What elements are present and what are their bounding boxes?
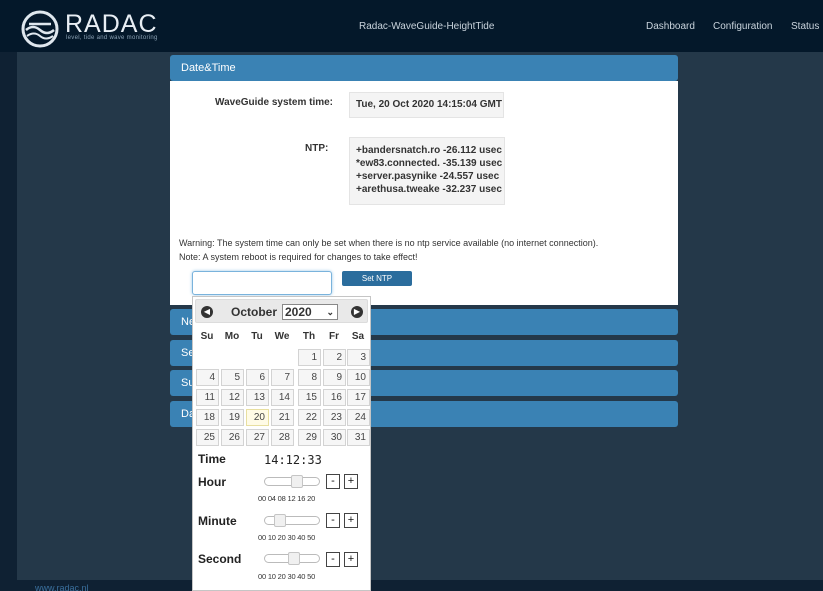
calendar-day[interactable]: 11 (196, 389, 219, 406)
calendar-day[interactable]: 25 (196, 429, 219, 446)
next-month-icon[interactable]: ▶ (351, 306, 363, 318)
calendar-day[interactable]: 30 (323, 429, 346, 446)
radac-logo-icon (21, 10, 59, 48)
calendar-day[interactable]: 3 (347, 349, 370, 366)
minute-increment-button[interactable]: + (344, 513, 358, 528)
time-value: 14:12:33 (264, 453, 322, 467)
calendar-day[interactable]: 8 (298, 369, 321, 386)
datetime-picker: ◀ October 2020 ⌄ ▶ Su Mo Tu We Th Fr Sa 123456… (192, 296, 371, 591)
picker-header: ◀ October 2020 ⌄ ▶ (195, 299, 368, 323)
weekday-label: Tu (251, 331, 263, 342)
calendar-day[interactable]: 13 (246, 389, 269, 406)
weekday-label: Sa (351, 331, 365, 342)
calendar-day[interactable]: 16 (323, 389, 346, 406)
calendar-day[interactable]: 10 (347, 369, 370, 386)
minute-label: Minute (198, 514, 237, 528)
ntp-server-line: *ew83.connected. -35.139 usec (356, 158, 503, 169)
hour-increment-button[interactable]: + (344, 474, 358, 489)
datetime-input[interactable] (192, 271, 332, 295)
app-title: Radac-WaveGuide-HeightTide (359, 21, 495, 32)
hour-ticks: 00 04 08 12 16 20 (258, 494, 316, 503)
system-time-value: Tue, 20 Oct 2020 14:15:04 GMT (349, 92, 504, 118)
calendar-day[interactable]: 1 (298, 349, 321, 366)
ntp-server-line: +bandersnatch.ro -26.112 usec (356, 145, 502, 156)
weekday-label: Fr (329, 331, 339, 342)
datetime-panel-header[interactable]: Date&Time (170, 55, 678, 81)
second-decrement-button[interactable]: - (326, 552, 340, 567)
ntp-server-line: +server.pasynike -24.557 usec (356, 171, 500, 182)
ntp-servers-box: +bandersnatch.ro -26.112 usec *ew83.conn… (349, 137, 505, 205)
nav-status[interactable]: Status (791, 21, 819, 32)
second-increment-button[interactable]: + (344, 552, 358, 567)
calendar-day[interactable]: 19 (221, 409, 244, 426)
second-slider-handle[interactable] (288, 552, 300, 565)
calendar-day[interactable]: 9 (323, 369, 346, 386)
calendar-day-today[interactable]: 20 (246, 409, 269, 426)
calendar-day[interactable]: 24 (347, 409, 370, 426)
calendar-day[interactable]: 29 (298, 429, 321, 446)
calendar-day[interactable]: 4 (196, 369, 219, 386)
hour-decrement-button[interactable]: - (326, 474, 340, 489)
minute-decrement-button[interactable]: - (326, 513, 340, 528)
weekday-label: Mo (224, 331, 240, 342)
calendar-day[interactable]: 27 (246, 429, 269, 446)
month-label: October (231, 305, 278, 319)
hour-label: Hour (198, 475, 226, 489)
ntp-label: NTP: (305, 143, 329, 154)
year-select[interactable]: 2020 ⌄ (282, 304, 338, 320)
calendar-day[interactable]: 12 (221, 389, 244, 406)
calendar-day[interactable]: 21 (271, 409, 294, 426)
second-slider[interactable] (264, 552, 320, 565)
chevron-down-icon: ⌄ (326, 307, 334, 317)
minute-slider-handle[interactable] (274, 514, 286, 527)
calendar-day[interactable]: 17 (347, 389, 370, 406)
system-time-label: WaveGuide system time: (215, 97, 334, 108)
ntp-server-line: +arethusa.tweake -32.237 usec (356, 184, 502, 195)
nav-dashboard[interactable]: Dashboard (646, 21, 695, 32)
calendar-day[interactable]: 26 (221, 429, 244, 446)
minute-slider[interactable] (264, 514, 320, 527)
minute-ticks: 00 10 20 30 40 50 (258, 533, 316, 542)
reboot-note: Note: A system reboot is required for ch… (179, 252, 418, 262)
calendar-day[interactable]: 5 (221, 369, 244, 386)
hour-slider[interactable] (264, 475, 320, 488)
calendar-day[interactable]: 6 (246, 369, 269, 386)
nav-configuration[interactable]: Configuration (713, 21, 772, 32)
footer-link[interactable]: www.radac.nl (35, 583, 89, 591)
second-ticks: 00 10 20 30 40 50 (258, 572, 316, 581)
weekday-label: Th (302, 331, 316, 342)
calendar-day[interactable]: 23 (323, 409, 346, 426)
set-ntp-button[interactable]: Set NTP (342, 271, 412, 286)
hour-slider-handle[interactable] (291, 475, 303, 488)
calendar-day[interactable]: 15 (298, 389, 321, 406)
year-value: 2020 (285, 305, 312, 319)
calendar-day[interactable]: 31 (347, 429, 370, 446)
calendar-day[interactable]: 14 (271, 389, 294, 406)
weekday-label: Su (200, 331, 214, 342)
calendar-day[interactable]: 2 (323, 349, 346, 366)
calendar-day[interactable]: 22 (298, 409, 321, 426)
calendar-day[interactable]: 7 (271, 369, 294, 386)
time-label: Time (198, 452, 226, 466)
prev-month-icon[interactable]: ◀ (201, 306, 213, 318)
warning-text: Warning: The system time can only be set… (179, 238, 599, 248)
calendar-day[interactable]: 18 (196, 409, 219, 426)
weekday-label: We (274, 331, 290, 342)
second-label: Second (198, 552, 242, 566)
top-bar: RADAC level, tide and wave monitoring Ra… (0, 0, 823, 52)
calendar-day[interactable]: 28 (271, 429, 294, 446)
brand-tagline: level, tide and wave monitoring (66, 35, 158, 41)
